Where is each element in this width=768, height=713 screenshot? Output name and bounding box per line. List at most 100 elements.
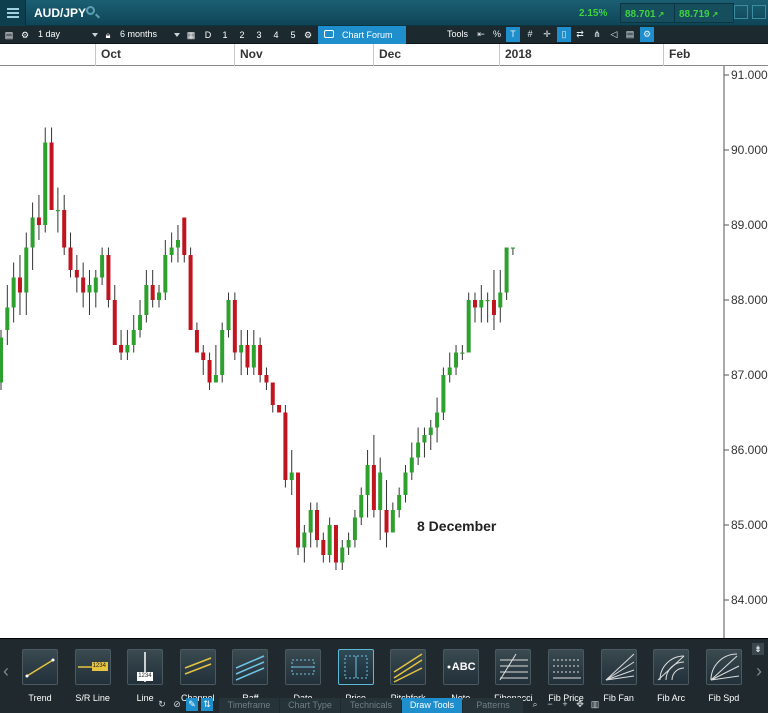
- percent-icon[interactable]: %: [490, 27, 504, 42]
- candle[interactable]: [182, 217, 187, 263]
- candle[interactable]: [163, 240, 168, 300]
- window-icon[interactable]: ⇤: [474, 27, 488, 42]
- candle[interactable]: [24, 232, 29, 316]
- candle[interactable]: [510, 247, 515, 256]
- settings-icon[interactable]: ⚙: [640, 27, 654, 42]
- draw-tool-raff[interactable]: Raff: [227, 649, 273, 703]
- draw-tool-pitchfork[interactable]: Pitchfork: [385, 649, 431, 703]
- popout-icon[interactable]: [734, 5, 748, 19]
- candle[interactable]: [435, 397, 440, 443]
- magnet-icon[interactable]: ⇅: [201, 698, 213, 711]
- candle[interactable]: [321, 532, 326, 563]
- gear-icon[interactable]: ⚙: [300, 27, 316, 43]
- candle[interactable]: [346, 532, 351, 556]
- candle[interactable]: [36, 195, 41, 240]
- candle[interactable]: [371, 435, 376, 518]
- range-select[interactable]: 6 months: [116, 27, 182, 43]
- candle[interactable]: [359, 487, 364, 526]
- timeframe-3-button[interactable]: 3: [251, 27, 267, 43]
- eraser-icon[interactable]: ◁: [607, 27, 621, 42]
- candle[interactable]: [258, 337, 263, 383]
- candle[interactable]: [270, 382, 275, 413]
- candle[interactable]: [498, 270, 503, 323]
- candle[interactable]: [384, 480, 389, 548]
- candle[interactable]: [416, 427, 421, 466]
- candle[interactable]: [43, 127, 48, 233]
- candle[interactable]: [491, 270, 496, 330]
- candle[interactable]: [232, 292, 237, 361]
- draw-tool-fib-price[interactable]: Fib Price: [543, 649, 589, 703]
- candle[interactable]: [81, 262, 86, 308]
- candle[interactable]: [201, 345, 206, 375]
- instrument-symbol[interactable]: AUD/JPY: [34, 6, 86, 20]
- candle[interactable]: [403, 465, 408, 503]
- candle[interactable]: [289, 450, 294, 495]
- candle[interactable]: [207, 352, 212, 391]
- draw-tool-price[interactable]: Price: [333, 649, 379, 703]
- tab-draw-tools[interactable]: Draw Tools: [402, 698, 462, 713]
- candle[interactable]: [479, 285, 484, 323]
- candle[interactable]: [466, 292, 471, 353]
- candle[interactable]: [428, 420, 433, 450]
- lock-icon[interactable]: 🔒︎: [100, 27, 116, 43]
- candle[interactable]: [144, 270, 149, 323]
- candle[interactable]: [157, 285, 161, 308]
- candle[interactable]: [119, 330, 124, 360]
- candle[interactable]: [327, 517, 332, 563]
- refresh-icon[interactable]: ↻: [156, 698, 168, 711]
- timeframe-d-button[interactable]: D: [200, 27, 216, 43]
- zoom-search-icon[interactable]: ⌕: [529, 698, 541, 711]
- candle[interactable]: [365, 450, 370, 518]
- candle[interactable]: [194, 322, 199, 353]
- candle[interactable]: [473, 292, 477, 323]
- candle[interactable]: [0, 330, 3, 390]
- candle[interactable]: [17, 255, 22, 315]
- candle[interactable]: [150, 270, 155, 308]
- candle[interactable]: [352, 510, 357, 548]
- draw-tool-fib-spd[interactable]: Fib Spd: [701, 649, 747, 703]
- candle[interactable]: [55, 187, 60, 233]
- compare-icon[interactable]: ⇄: [573, 27, 587, 42]
- indicator-icon[interactable]: ⋔: [590, 27, 604, 42]
- candle[interactable]: [131, 315, 136, 353]
- timeframe-2-button[interactable]: 2: [234, 27, 250, 43]
- gear-icon[interactable]: ⚙: [17, 27, 33, 43]
- candle[interactable]: [11, 262, 16, 323]
- block-icon[interactable]: ⊘: [171, 698, 183, 711]
- scroll-left-icon[interactable]: ‹: [3, 661, 13, 681]
- candle[interactable]: [315, 502, 319, 548]
- candle[interactable]: [74, 255, 79, 293]
- candle[interactable]: [333, 525, 338, 570]
- candle[interactable]: [138, 300, 143, 338]
- candle[interactable]: [5, 285, 10, 345]
- sell-price-button[interactable]: 88.701 ↗: [620, 3, 680, 23]
- hamburger-menu-icon[interactable]: [0, 0, 26, 26]
- draw-tool-fib-fan[interactable]: Fib Fan: [596, 649, 642, 703]
- candle[interactable]: [302, 525, 307, 563]
- timeframe-4-button[interactable]: 4: [268, 27, 284, 43]
- candle[interactable]: [87, 270, 92, 315]
- candle[interactable]: [454, 345, 459, 375]
- candle[interactable]: [220, 322, 225, 383]
- draw-tool-channel[interactable]: Channel: [175, 649, 221, 703]
- candle[interactable]: [106, 247, 111, 308]
- tab-chart-type[interactable]: Chart Type: [280, 698, 340, 713]
- candle[interactable]: [447, 352, 452, 383]
- timeframe-1-button[interactable]: 1: [217, 27, 233, 43]
- candle[interactable]: [264, 367, 269, 391]
- zoom-out-icon[interactable]: −: [544, 698, 556, 711]
- tab-timeframe[interactable]: Timeframe: [219, 698, 279, 713]
- layout-icon[interactable]: ▤: [1, 27, 17, 43]
- draw-tool-line[interactable]: 1234 Line: [122, 649, 168, 703]
- candle[interactable]: [409, 442, 414, 481]
- print-icon[interactable]: ▤: [623, 27, 637, 42]
- draw-tool-fibonacci[interactable]: Fibonacci: [490, 649, 536, 703]
- candle[interactable]: [485, 292, 490, 323]
- draw-tool-sr-line[interactable]: 1234 S/R Line: [70, 649, 116, 703]
- download-icon[interactable]: ⇟: [752, 643, 764, 655]
- candle[interactable]: [460, 345, 465, 360]
- text-icon[interactable]: T: [506, 27, 520, 42]
- candle[interactable]: [390, 502, 395, 533]
- candle[interactable]: [239, 330, 244, 375]
- crosshair-icon[interactable]: #: [523, 27, 537, 42]
